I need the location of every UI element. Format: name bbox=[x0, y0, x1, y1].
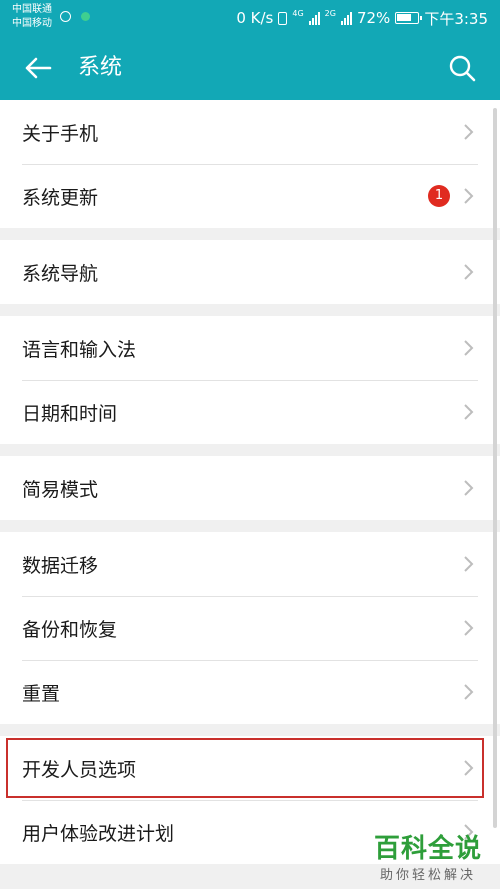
watermark-subtitle: 助你轻松解决 bbox=[379, 868, 476, 883]
net-4g-label: 4G bbox=[292, 9, 304, 18]
chevron-right-icon bbox=[464, 556, 474, 572]
scrollbar[interactable] bbox=[493, 108, 497, 828]
net-2g-label: 2G bbox=[324, 9, 336, 18]
settings-item-reset[interactable]: 重置 bbox=[0, 660, 500, 724]
signal-icon-2 bbox=[340, 11, 352, 25]
settings-item-language-input[interactable]: 语言和输入法 bbox=[0, 316, 500, 380]
settings-item-label: 开发人员选项 bbox=[22, 758, 137, 781]
settings-item-label: 重置 bbox=[22, 682, 61, 705]
back-button[interactable] bbox=[22, 52, 54, 84]
settings-group-locale: 语言和输入法 日期和时间 bbox=[0, 316, 500, 444]
settings-item-developer-options[interactable]: 开发人员选项 bbox=[0, 736, 500, 800]
chevron-right-icon bbox=[464, 340, 474, 356]
settings-item-label: 数据迁移 bbox=[22, 554, 99, 577]
search-button[interactable] bbox=[446, 52, 478, 84]
chevron-right-icon bbox=[464, 480, 474, 496]
settings-item-about-phone[interactable]: 关于手机 bbox=[0, 100, 500, 164]
status-indicators: 0 K/s 4G 2G 72% 下午3:35 bbox=[236, 0, 488, 36]
chevron-right-icon bbox=[464, 188, 474, 204]
chevron-right-icon bbox=[464, 760, 474, 776]
settings-item-label: 简易模式 bbox=[22, 478, 99, 501]
net-speed: 0 K/s bbox=[236, 9, 274, 27]
settings-group-device: 关于手机 系统更新 1 bbox=[0, 100, 500, 228]
settings-item-label: 备份和恢复 bbox=[22, 618, 118, 641]
carrier-1: 中国联通 bbox=[12, 4, 52, 15]
vibrate-icon bbox=[278, 11, 288, 25]
settings-item-data-migration[interactable]: 数据迁移 bbox=[0, 532, 500, 596]
watermark-title: 百科全说 bbox=[373, 834, 482, 864]
settings-item-label: 系统更新 bbox=[22, 186, 99, 209]
settings-item-backup-restore[interactable]: 备份和恢复 bbox=[0, 596, 500, 660]
back-arrow-icon bbox=[25, 57, 52, 79]
status-bar: 中国联通 中国移动 0 K/s 4G 2G 72% 下午3:35 bbox=[0, 0, 500, 36]
watermark: 百科全说 助你轻松解决 bbox=[374, 834, 482, 883]
settings-item-system-update[interactable]: 系统更新 1 bbox=[0, 164, 500, 228]
settings-item-label: 日期和时间 bbox=[22, 402, 118, 425]
settings-item-label: 关于手机 bbox=[22, 122, 99, 145]
settings-item-date-time[interactable]: 日期和时间 bbox=[0, 380, 500, 444]
app-notification-icon bbox=[81, 12, 90, 21]
signal-icon-1 bbox=[308, 11, 320, 25]
chevron-right-icon bbox=[464, 620, 474, 636]
carrier-2: 中国移动 bbox=[12, 18, 52, 29]
chevron-right-icon bbox=[464, 404, 474, 420]
carrier-names: 中国联通 中国移动 bbox=[12, 3, 52, 31]
clock: 下午3:35 bbox=[424, 9, 488, 28]
update-count-badge: 1 bbox=[428, 185, 450, 207]
settings-group-navigation: 系统导航 bbox=[0, 240, 500, 304]
chevron-right-icon bbox=[464, 264, 474, 280]
chevron-right-icon bbox=[464, 684, 474, 700]
settings-item-label: 语言和输入法 bbox=[22, 338, 137, 361]
settings-item-label: 系统导航 bbox=[22, 262, 99, 285]
settings-list: 关于手机 系统更新 1 系统导航 语言和输入法 日期和时间 简易模式 数据迁移 … bbox=[0, 100, 500, 876]
search-icon bbox=[449, 55, 476, 82]
settings-item-simple-mode[interactable]: 简易模式 bbox=[0, 456, 500, 520]
battery-percent: 72% bbox=[356, 9, 391, 27]
settings-group-data: 数据迁移 备份和恢复 重置 bbox=[0, 532, 500, 724]
settings-group-simple-mode: 简易模式 bbox=[0, 456, 500, 520]
battery-icon bbox=[395, 12, 423, 24]
app-bar: 系统 bbox=[0, 36, 500, 100]
notification-icon bbox=[60, 11, 71, 22]
page-title: 系统 bbox=[78, 55, 123, 80]
settings-item-system-navigation[interactable]: 系统导航 bbox=[0, 240, 500, 304]
settings-item-label: 用户体验改进计划 bbox=[22, 822, 175, 845]
chevron-right-icon bbox=[464, 124, 474, 140]
